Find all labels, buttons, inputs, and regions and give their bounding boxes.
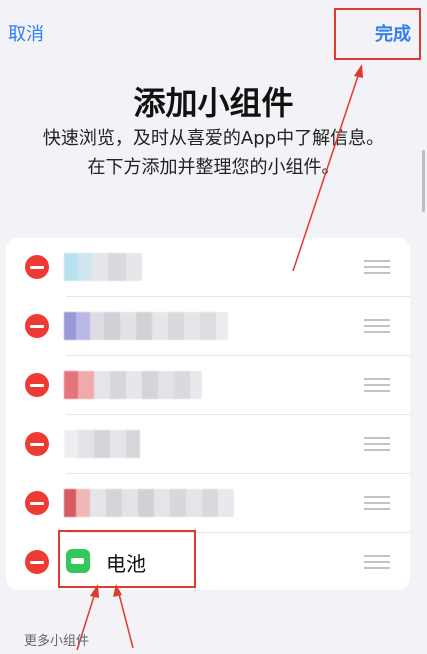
arrowhead-done	[354, 64, 363, 78]
more-widgets-label: 更多小组件	[24, 634, 90, 649]
arrowhead-battery-right	[113, 584, 122, 597]
arrowhead-battery-left	[90, 584, 99, 598]
arrow-to-done	[292, 69, 361, 272]
annotation-arrows	[76, 64, 363, 651]
arrow-to-battery-right	[117, 589, 134, 649]
